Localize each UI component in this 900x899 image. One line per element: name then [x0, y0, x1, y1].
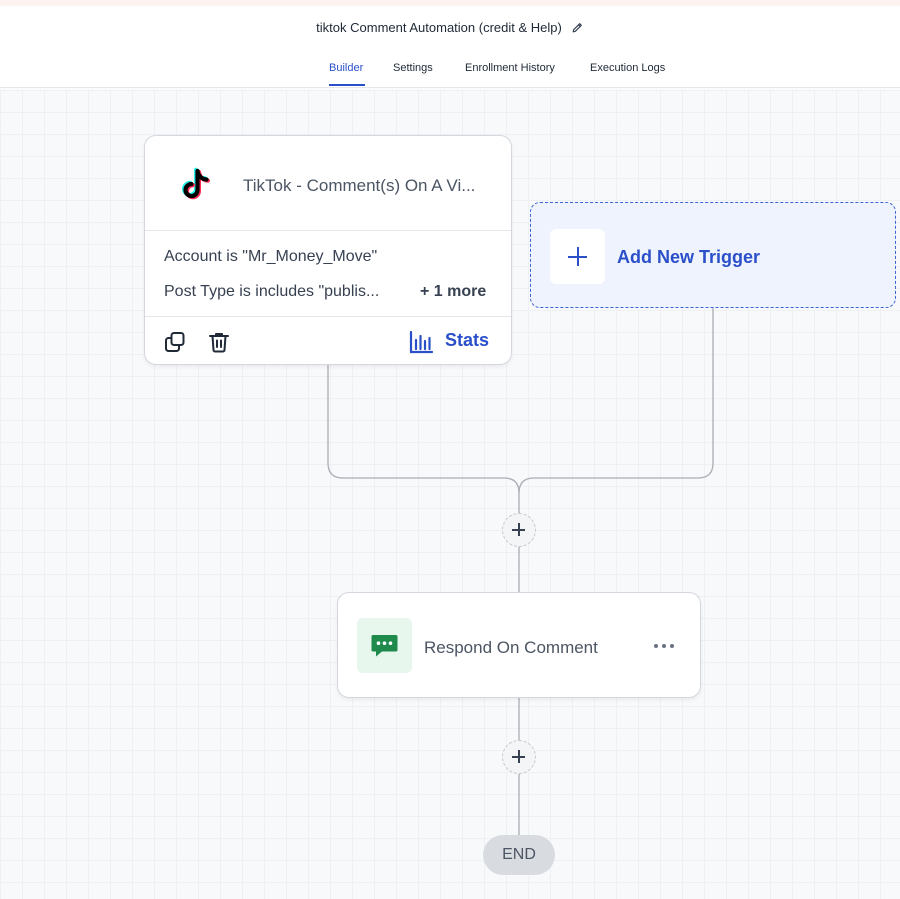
- trigger-card[interactable]: TikTok - Comment(s) On A Vi... Account i…: [144, 135, 512, 365]
- add-step-button[interactable]: [502, 513, 536, 547]
- add-new-trigger-label: Add New Trigger: [617, 247, 761, 267]
- add-step-button[interactable]: [502, 740, 536, 774]
- end-node: END: [483, 835, 555, 875]
- add-new-trigger-button[interactable]: Add New Trigger: [530, 202, 896, 308]
- trigger-title: TikTok - Comment(s) On A Vi...: [243, 176, 476, 195]
- copy-icon[interactable]: [163, 330, 187, 354]
- more-conditions-link[interactable]: + 1 more: [420, 283, 486, 301]
- trigger-connector-line: [327, 365, 520, 513]
- trigger-condition: Post Type is includes "publis...: [164, 283, 380, 300]
- tiktok-logo-icon: [182, 167, 210, 200]
- add-trigger-connector-line: [518, 308, 714, 494]
- plus-icon: [550, 229, 605, 284]
- more-options-icon[interactable]: [653, 642, 675, 650]
- trigger-card-divider: [145, 316, 511, 317]
- trash-icon[interactable]: [207, 330, 231, 354]
- chat-bubble-icon: [357, 618, 412, 673]
- trigger-condition: Account is "Mr_Money_Move": [164, 248, 378, 265]
- bar-chart-icon: [409, 330, 434, 354]
- action-card[interactable]: Respond On Comment: [337, 592, 701, 698]
- action-title: Respond On Comment: [424, 638, 598, 657]
- trigger-card-header[interactable]: TikTok - Comment(s) On A Vi...: [145, 136, 511, 231]
- stats-label: Stats: [445, 330, 490, 350]
